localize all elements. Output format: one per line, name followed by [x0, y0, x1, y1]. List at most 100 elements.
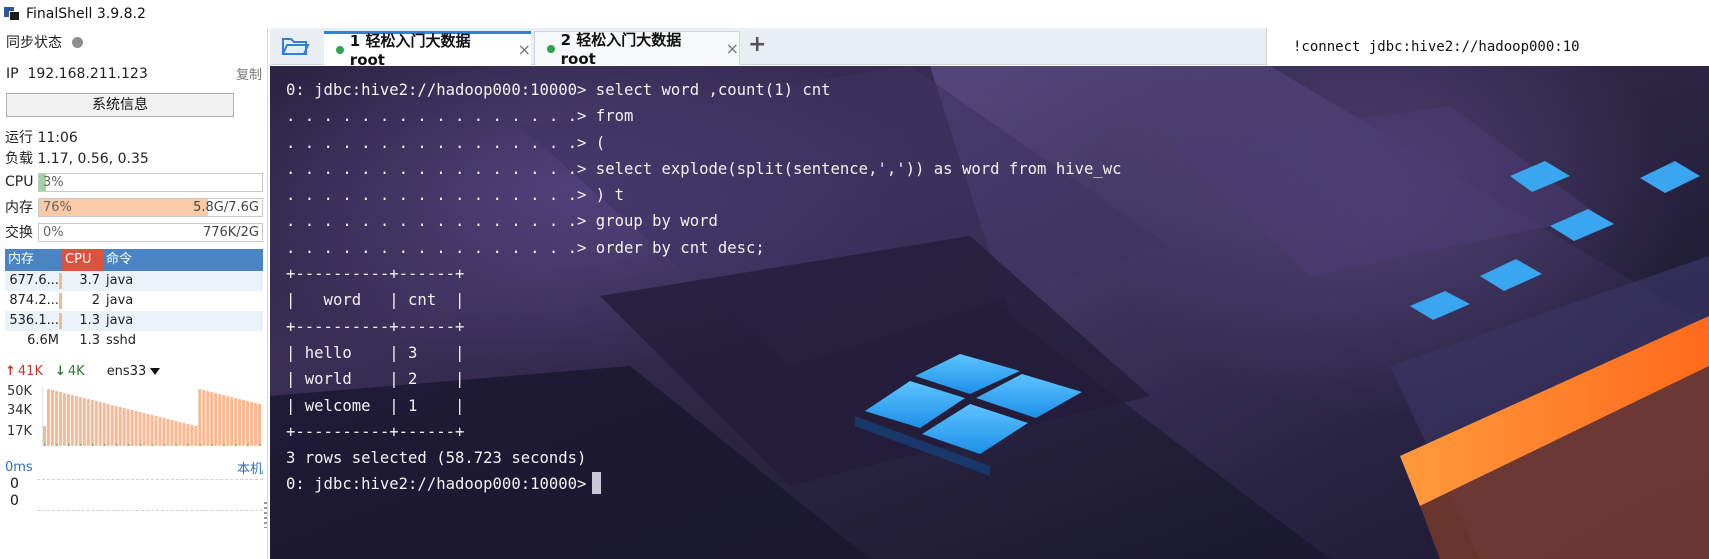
upload-arrow-icon: ↑: [5, 364, 16, 379]
column-header-cpu[interactable]: CPU: [62, 249, 103, 271]
network-interface-select[interactable]: ens33: [107, 364, 161, 379]
traffic-bar: [223, 443, 226, 446]
traffic-bar: [91, 443, 94, 446]
table-row[interactable]: 536.1... 1.3 java: [5, 311, 263, 331]
terminal-line: | word | cnt |: [286, 291, 465, 310]
table-row[interactable]: 6.6M 1.3 sshd: [5, 331, 263, 351]
traffic-bar: [54, 391, 58, 446]
tab-session-2[interactable]: 2 轻松入门大数据root ×: [534, 31, 740, 68]
traffic-bar: [211, 443, 214, 446]
terminal-line: . . . . . . . . . . . . . . . .> ) t: [286, 186, 624, 205]
tab-session-1[interactable]: 1 轻松入门大数据root ×: [324, 31, 531, 69]
swap-detail: 776K/2G: [202, 224, 259, 240]
close-icon[interactable]: ×: [518, 40, 531, 59]
traffic-bar: [250, 402, 254, 446]
traffic-bar: [247, 443, 250, 446]
traffic-bar: [187, 443, 190, 446]
download-arrow-icon: ↓: [54, 364, 66, 379]
close-icon[interactable]: ×: [726, 39, 739, 58]
traffic-bar: [55, 443, 58, 446]
traffic-bar: [90, 400, 94, 446]
traffic-bar: [259, 443, 262, 446]
traffic-bar: [110, 405, 114, 446]
terminal[interactable]: 0: jdbc:hive2://hadoop000:10000> select …: [270, 66, 1709, 559]
traffic-bar: [43, 443, 46, 446]
traffic-bar: [106, 404, 110, 446]
traffic-bar: [214, 393, 218, 446]
table-row[interactable]: 874.2... 2 java: [5, 291, 263, 311]
traffic-bar: [115, 443, 118, 446]
traffic-bar: [238, 399, 242, 446]
traffic-bar: [210, 392, 214, 446]
traffic-bar: [82, 398, 86, 446]
traffic-bar: [258, 404, 262, 446]
traffic-bar: [246, 401, 250, 446]
copy-ip-link[interactable]: 复制: [236, 64, 262, 83]
traffic-bar: [103, 443, 106, 446]
network-summary: ↑ 41K ↓ 4K ens33: [5, 364, 273, 379]
traffic-bar: [46, 389, 50, 446]
swap-percent: 0%: [43, 224, 64, 240]
traffic-bar: [198, 389, 202, 446]
network-interface-name: ens33: [106, 364, 147, 379]
process-cpu: 3.7: [79, 273, 100, 288]
tab-label: 1 轻松入门大数据root: [349, 32, 471, 69]
memory-detail: 5.8G/7.6G: [193, 199, 259, 215]
ping-latency: 0ms: [5, 460, 33, 475]
traffic-bar: [94, 401, 98, 446]
traffic-bar: [138, 412, 142, 446]
memory-meter: 76% 5.8G/7.6G: [38, 197, 263, 217]
traffic-bar: [102, 403, 106, 446]
traffic-bar: [150, 415, 154, 446]
swap-meter: 0% 776K/2G: [38, 222, 263, 242]
add-tab-button[interactable]: +: [748, 32, 766, 57]
table-row[interactable]: 677.6... 3.7 java: [5, 271, 263, 291]
column-header-command[interactable]: 命令: [103, 249, 263, 271]
traffic-bar: [122, 408, 126, 446]
memory-meter-row: 内存 76% 5.8G/7.6G: [5, 197, 263, 217]
process-memory: 677.6...: [9, 273, 59, 288]
traffic-bar: [166, 418, 170, 446]
ip-address: IP 192.168.211.123: [6, 65, 148, 82]
traffic-bar: [235, 443, 238, 446]
traffic-bar: [170, 419, 174, 446]
traffic-bar: [186, 423, 190, 446]
traffic-bar: [86, 399, 90, 446]
traffic-bar: [154, 416, 158, 446]
splitter-handle[interactable]: [264, 502, 267, 528]
traffic-bar: [67, 443, 70, 446]
traffic-bar: [79, 443, 82, 446]
uptime: 运行 11:06: [5, 130, 78, 146]
process-cpu: 1.3: [79, 333, 100, 348]
traffic-bar: [175, 443, 178, 446]
folder-icon: [281, 38, 310, 55]
terminal-line: +----------+------+: [286, 422, 465, 441]
system-info-button[interactable]: 系统信息: [6, 93, 234, 117]
traffic-bar: [242, 400, 246, 446]
command-input[interactable]: !connect jdbc:hive2://hadoop000:10: [1266, 28, 1709, 67]
finalshell-logo-icon: [4, 7, 20, 21]
traffic-bar: [206, 391, 210, 446]
process-cpu: 1.3: [79, 313, 100, 328]
terminal-line: +----------+------+: [286, 265, 465, 284]
ping-header: 0ms 本机: [5, 458, 263, 477]
chevron-down-icon: [150, 368, 161, 375]
folder-open-button[interactable]: [280, 34, 310, 58]
process-command: sshd: [106, 333, 137, 348]
traffic-bar: [58, 392, 62, 446]
ping-target[interactable]: 本机: [237, 458, 263, 477]
column-header-memory[interactable]: 内存: [5, 249, 62, 271]
process-table: 内存 CPU 命令 677.6... 3.7 java 874.2... 2 j…: [5, 249, 263, 351]
traffic-bar: [199, 443, 202, 446]
traffic-bar: [222, 395, 226, 446]
system-monitor-sidebar: 同步状态 IP 192.168.211.123 复制 系统信息 运行 11:06…: [0, 28, 268, 559]
traffic-bar: [190, 424, 194, 446]
terminal-line: 0: jdbc:hive2://hadoop000:10000> select …: [286, 81, 831, 99]
ping-value: 0: [10, 493, 19, 509]
ping-values: 0 0: [10, 476, 19, 510]
traffic-bar: [234, 398, 238, 446]
traffic-bar: [43, 425, 46, 446]
terminal-line: . . . . . . . . . . . . . . . .> (: [286, 133, 606, 152]
traffic-bar: [158, 416, 162, 446]
traffic-bar: [226, 396, 230, 446]
